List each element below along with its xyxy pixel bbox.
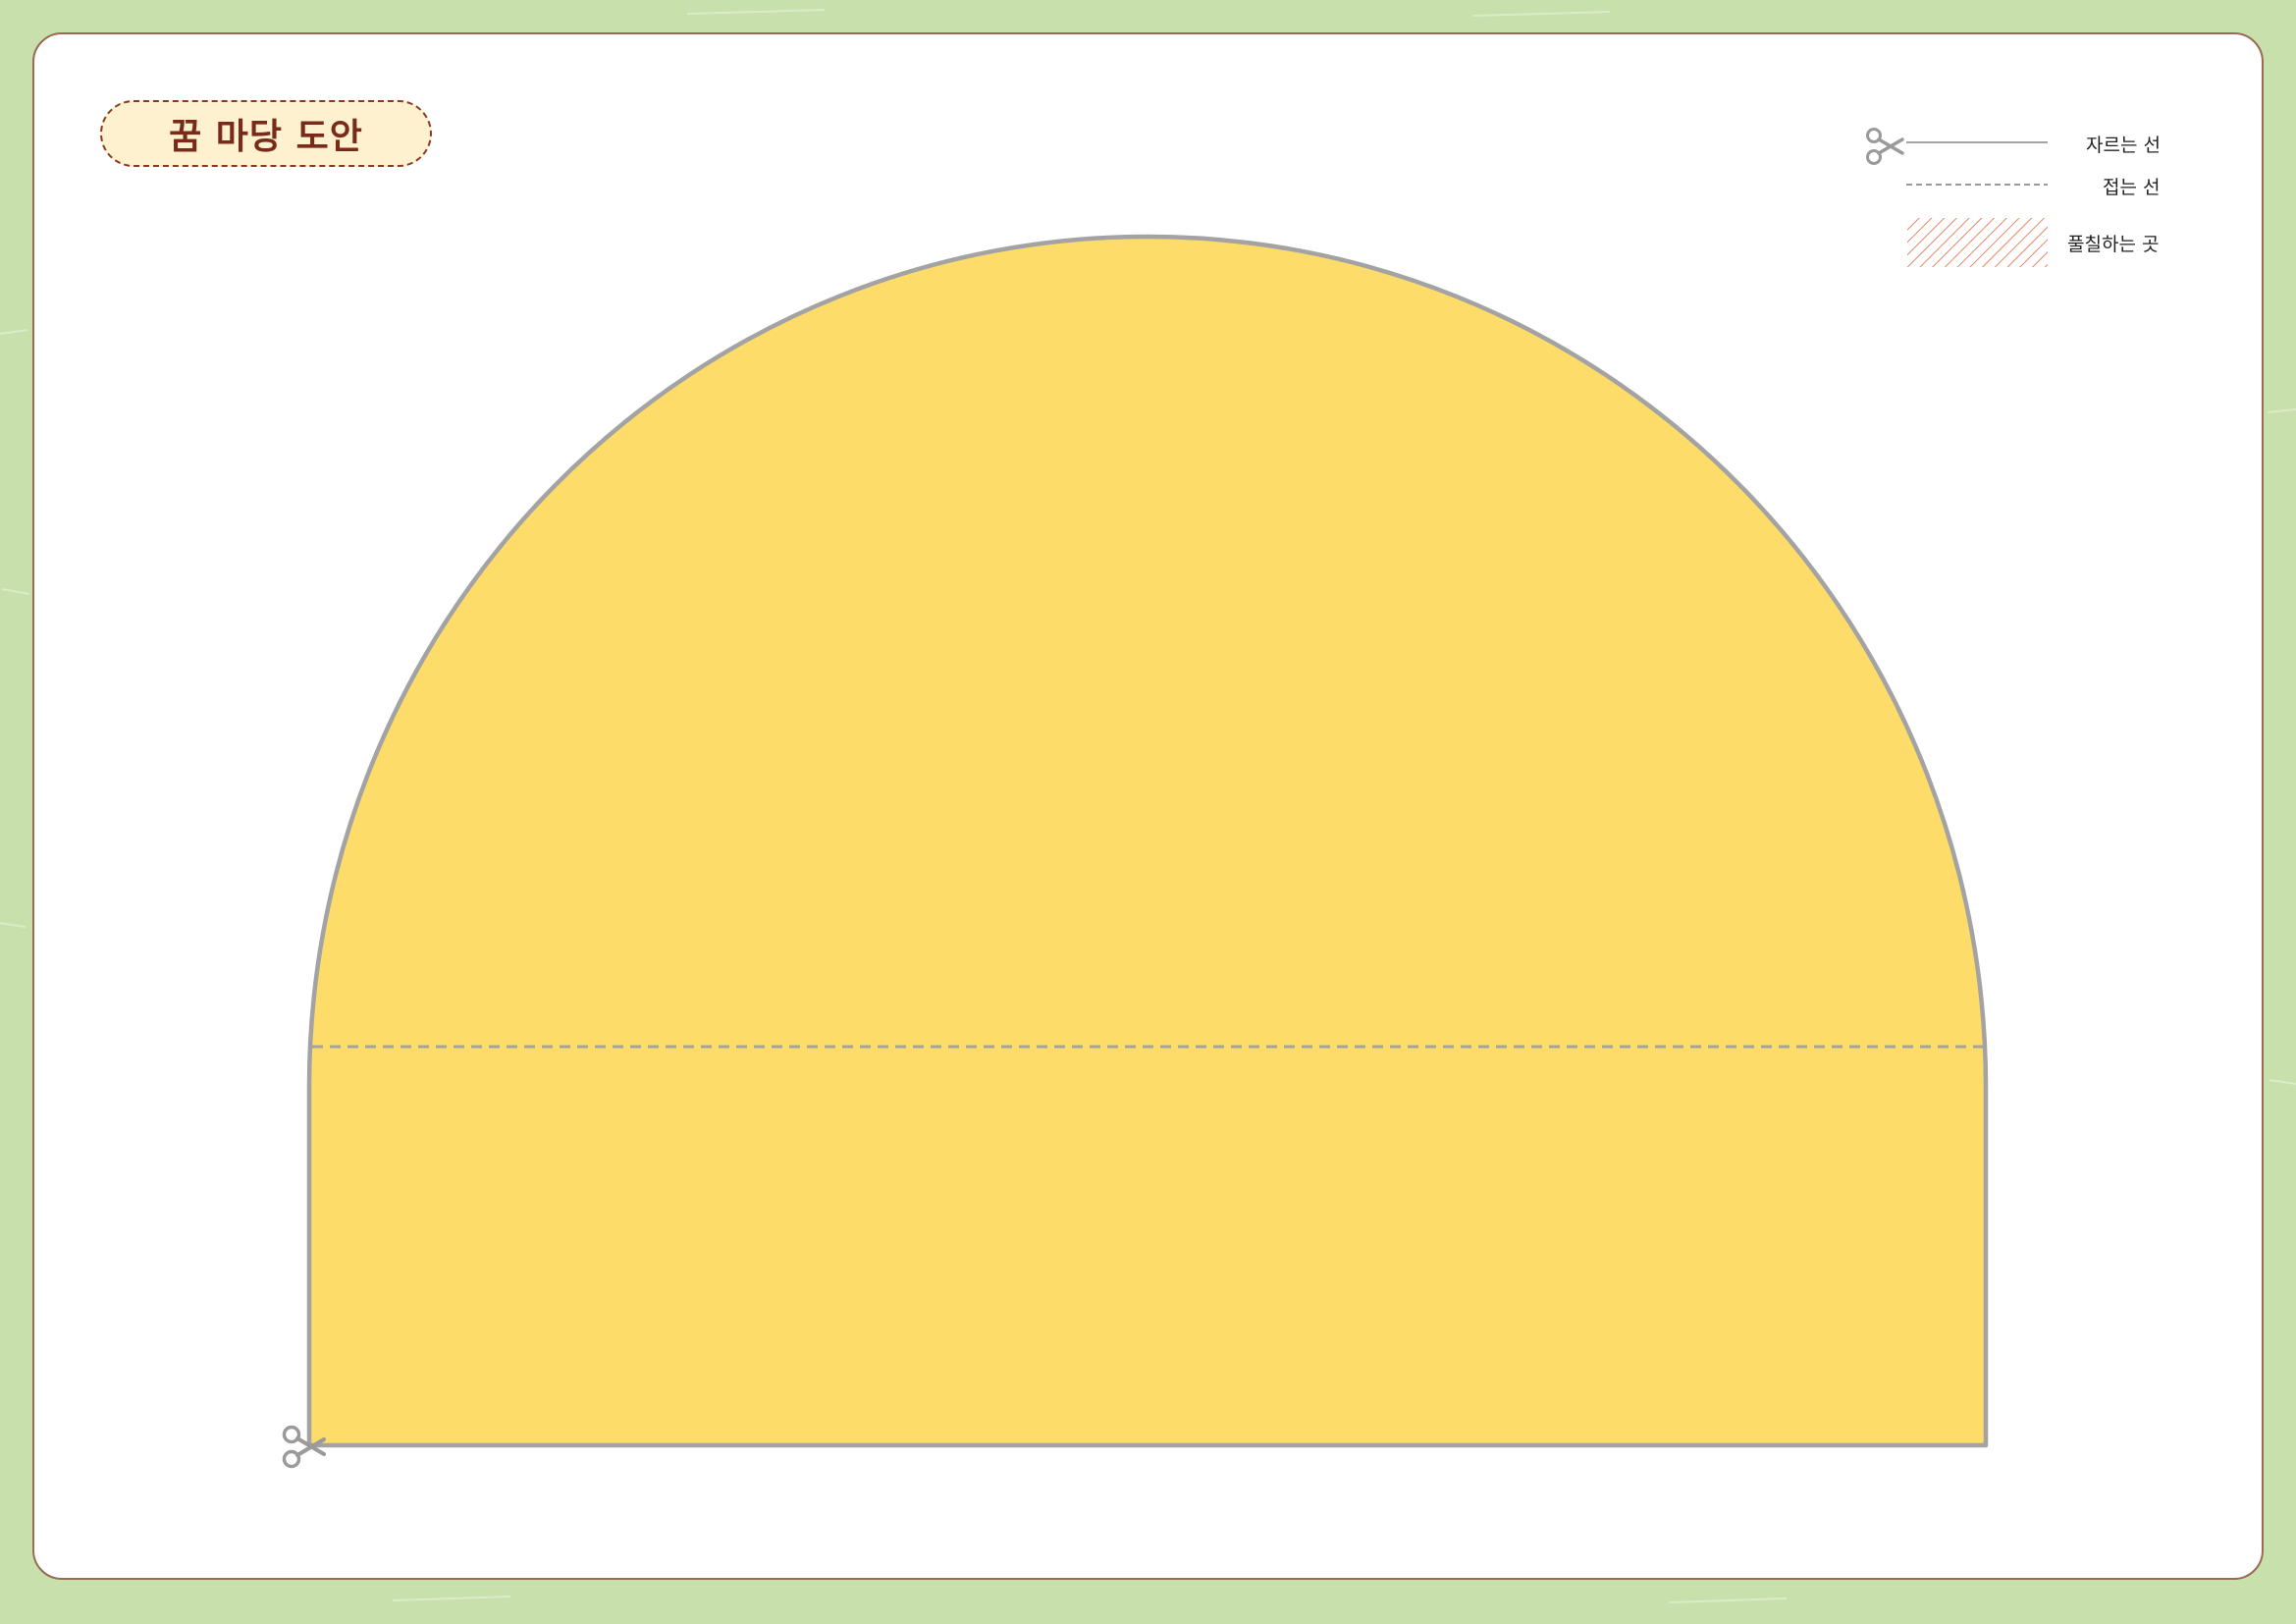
legend-scissors-icon	[1866, 128, 1904, 165]
legend-glue-swatch	[1907, 218, 2048, 267]
pattern-canvas	[282, 128, 2048, 1469]
dome-shape	[306, 234, 1989, 1448]
